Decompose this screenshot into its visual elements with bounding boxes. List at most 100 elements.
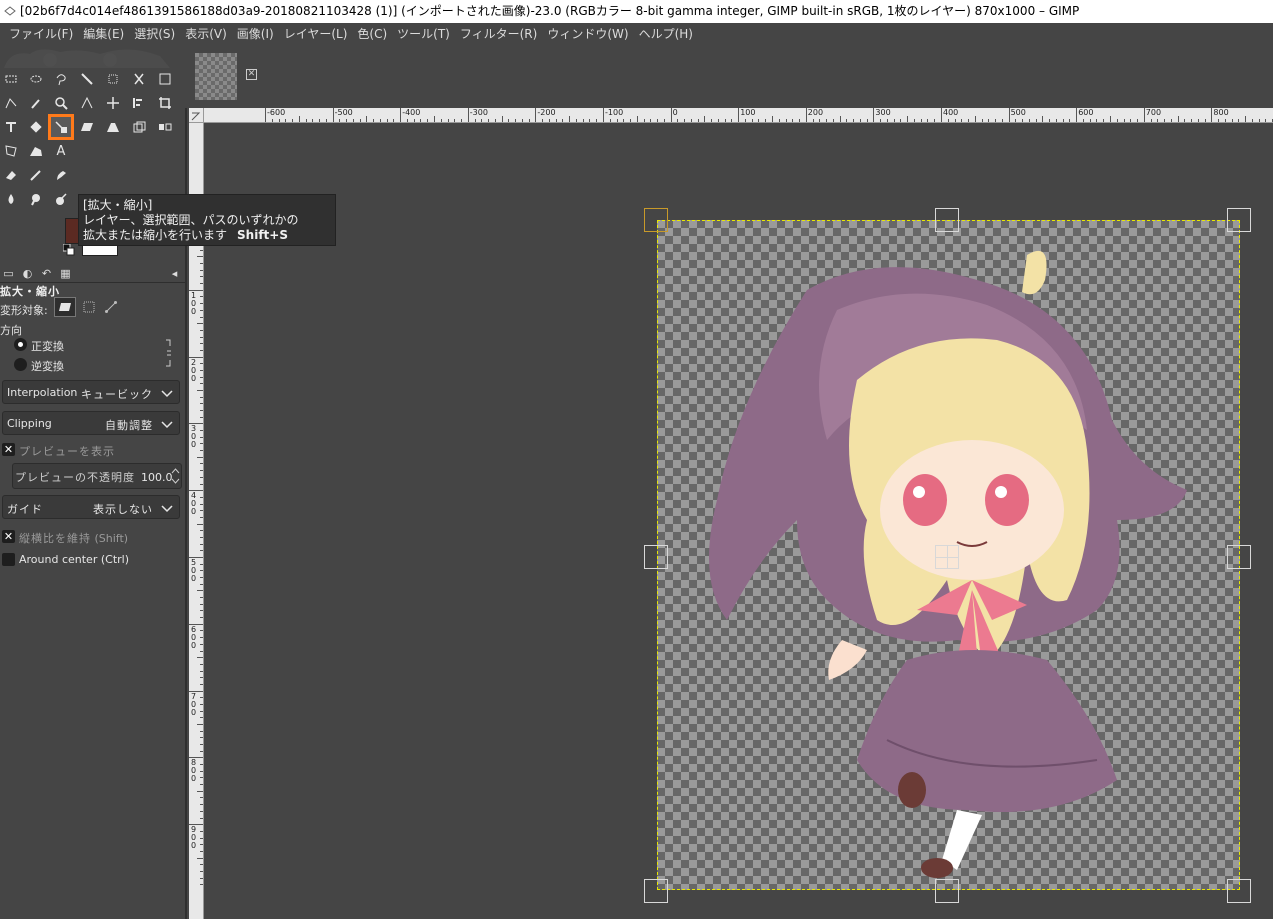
dock-menu-icon[interactable]: ◂ bbox=[166, 266, 183, 282]
foreground-select-tool-icon[interactable] bbox=[154, 68, 176, 90]
toolbox-panel: A [拡大・縮小] レイヤー、選択範囲、パスのいずれかの 拡大または縮小を行いま… bbox=[0, 46, 336, 919]
zoom-tool-icon[interactable] bbox=[50, 92, 72, 114]
undo-history-tab-icon[interactable]: ↶ bbox=[38, 266, 55, 282]
menu-windows[interactable]: ウィンドウ(W) bbox=[542, 23, 633, 46]
menu-tools[interactable]: ツール(T) bbox=[392, 23, 455, 46]
ruler-minor-tick bbox=[1245, 116, 1247, 122]
menu-edit[interactable]: 編集(E) bbox=[78, 23, 129, 46]
ruler-minor-tick bbox=[1184, 119, 1186, 122]
fuzzy-select-tool-icon[interactable] bbox=[76, 68, 98, 90]
align-tool-icon[interactable] bbox=[128, 92, 150, 114]
menu-filters[interactable]: フィルター(R) bbox=[455, 23, 542, 46]
pencil-tool-icon[interactable] bbox=[25, 164, 47, 186]
ruler-minor-tick bbox=[420, 119, 422, 122]
transform-handle-bottom[interactable] bbox=[935, 879, 959, 903]
close-icon[interactable]: ✕ bbox=[246, 69, 257, 80]
wilber-drop-area[interactable] bbox=[0, 46, 185, 68]
dodge-burn-tool-icon[interactable] bbox=[50, 188, 72, 210]
horizontal-ruler[interactable]: -600 -500 -400 -300 -200 -100 0 100 200 300 400 500… bbox=[204, 108, 1273, 123]
transform-layer-icon[interactable] bbox=[54, 297, 76, 317]
images-tab-icon[interactable]: ▦ bbox=[57, 266, 74, 282]
ruler-minor-tick bbox=[731, 119, 733, 122]
transform-handle-top[interactable] bbox=[935, 208, 959, 232]
direction-forward-radio[interactable] bbox=[14, 338, 27, 351]
menu-image[interactable]: 画像(I) bbox=[232, 23, 279, 46]
ruler-minor-tick bbox=[616, 119, 618, 122]
spinner-arrows-icon[interactable] bbox=[171, 467, 180, 485]
image-canvas[interactable] bbox=[204, 124, 1273, 919]
ruler-minor-tick bbox=[758, 119, 760, 122]
select-by-color-tool-icon[interactable] bbox=[102, 68, 124, 90]
menu-layer[interactable]: レイヤー(L) bbox=[279, 23, 353, 46]
ruler-minor-tick bbox=[298, 116, 300, 122]
menu-view[interactable]: 表示(V) bbox=[180, 23, 232, 46]
transform-handle-bottom-right[interactable] bbox=[1227, 879, 1251, 903]
clipping-value: 自動調整 bbox=[105, 419, 153, 432]
ruler-corner[interactable] bbox=[189, 108, 204, 123]
keep-aspect-hint: (Shift) bbox=[94, 532, 129, 545]
transform-handle-top-left[interactable] bbox=[644, 208, 668, 232]
ruler-minor-tick bbox=[954, 119, 956, 122]
unified-transform-tool-icon[interactable] bbox=[0, 116, 22, 138]
ruler-minor-tick bbox=[555, 119, 557, 122]
direction-backward-radio[interactable] bbox=[14, 358, 27, 371]
measure-tool-icon[interactable] bbox=[76, 92, 98, 114]
guides-combo[interactable]: ガイド 表示しない bbox=[2, 495, 180, 519]
move-tool-icon[interactable] bbox=[102, 92, 124, 114]
crop-tool-icon[interactable] bbox=[154, 92, 176, 114]
perspective-tool-icon[interactable] bbox=[102, 116, 124, 138]
ruler-label: 8 0 0 bbox=[191, 758, 197, 784]
transform-handle-right[interactable] bbox=[1227, 545, 1251, 569]
paths-tool-icon[interactable] bbox=[0, 92, 22, 114]
show-preview-checkbox[interactable]: ✕ bbox=[2, 443, 15, 456]
transform-handle-bottom-left[interactable] bbox=[644, 879, 668, 903]
default-colors-icon[interactable] bbox=[63, 244, 75, 256]
ruler-minor-tick bbox=[643, 119, 645, 122]
interpolation-combo[interactable]: Interpolation キュービック bbox=[2, 380, 180, 404]
around-center-label: Around center (Ctrl) bbox=[19, 553, 129, 566]
paintbrush-tool-icon[interactable] bbox=[50, 164, 72, 186]
tool-options-tab-icon[interactable]: ▭ bbox=[0, 266, 17, 282]
ellipse-select-tool-icon[interactable] bbox=[25, 68, 47, 90]
rect-select-tool-icon[interactable] bbox=[0, 68, 22, 90]
ruler-minor-tick bbox=[677, 119, 679, 122]
chain-link-icon[interactable] bbox=[164, 338, 174, 368]
image-tab-thumbnail[interactable] bbox=[195, 53, 237, 100]
window-title-bar: [02b6f7d4c014ef4861391586188d03a9-201808… bbox=[0, 0, 1273, 23]
device-status-tab-icon[interactable]: ◐ bbox=[19, 266, 36, 282]
eraser-tool-icon[interactable] bbox=[0, 164, 22, 186]
ruler-minor-tick bbox=[826, 119, 828, 122]
color-picker-tool-icon[interactable] bbox=[25, 92, 47, 114]
ruler-minor-tick bbox=[528, 119, 530, 122]
menu-select[interactable]: 選択(S) bbox=[129, 23, 180, 46]
warp-transform-tool-icon[interactable] bbox=[25, 140, 47, 162]
transform-path-icon[interactable] bbox=[100, 297, 122, 317]
ruler-minor-tick bbox=[197, 857, 203, 859]
ruler-minor-tick bbox=[785, 119, 787, 122]
lasso-tool-icon[interactable] bbox=[50, 68, 72, 90]
transform-handle-top-right[interactable] bbox=[1227, 208, 1251, 232]
transform-handle-left[interactable] bbox=[644, 545, 668, 569]
transform-center-handle[interactable] bbox=[935, 545, 959, 569]
flip-tool-icon[interactable] bbox=[154, 116, 176, 138]
smudge-tool-icon[interactable] bbox=[25, 188, 47, 210]
ruler-label: 6 0 0 bbox=[191, 624, 197, 650]
clipping-combo[interactable]: Clipping 自動調整 bbox=[2, 411, 180, 435]
text-tool-icon[interactable]: A bbox=[50, 140, 72, 162]
around-center-checkbox[interactable] bbox=[2, 553, 15, 566]
rotate-tool-icon[interactable] bbox=[25, 116, 47, 138]
menu-colors[interactable]: 色(C) bbox=[352, 23, 392, 46]
preview-opacity-spinner[interactable]: プレビューの不透明度 100.0 bbox=[12, 463, 182, 489]
scissors-tool-icon[interactable] bbox=[128, 68, 150, 90]
transform-selection-icon[interactable] bbox=[78, 297, 100, 317]
menu-file[interactable]: ファイル(F) bbox=[4, 23, 78, 46]
blur-tool-icon[interactable] bbox=[0, 188, 22, 210]
menu-help[interactable]: ヘルプ(H) bbox=[634, 23, 698, 46]
3d-transform-tool-icon[interactable] bbox=[128, 116, 150, 138]
cage-transform-tool-icon[interactable] bbox=[0, 140, 22, 162]
keep-aspect-checkbox[interactable]: ✕ bbox=[2, 530, 15, 543]
chevron-down-icon bbox=[161, 505, 173, 513]
shear-tool-icon[interactable] bbox=[76, 116, 98, 138]
scale-tool-icon[interactable] bbox=[48, 114, 74, 140]
panel-separator[interactable] bbox=[185, 46, 187, 919]
